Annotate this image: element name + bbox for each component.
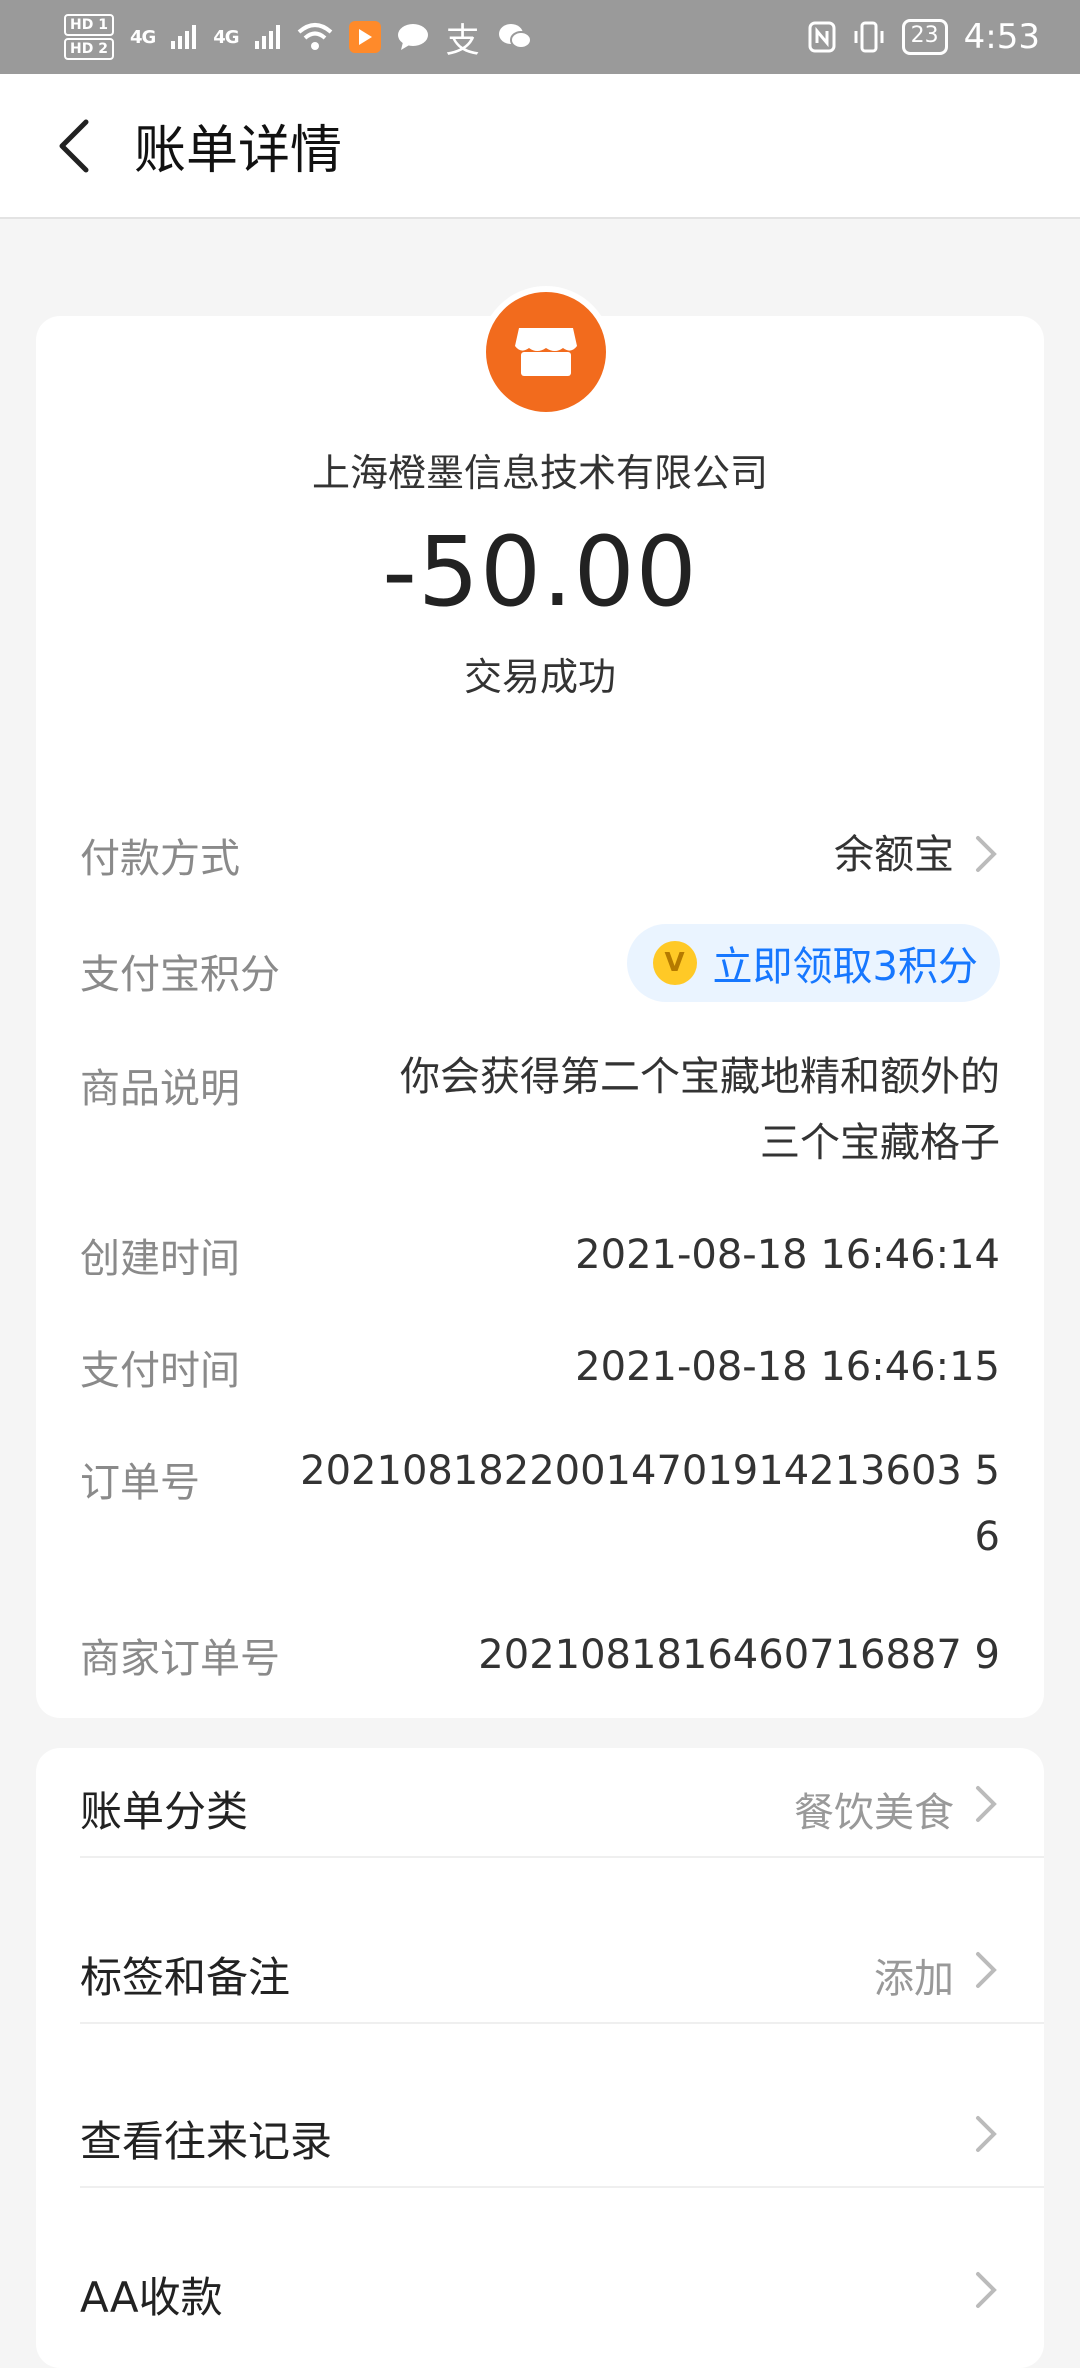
product-description-line2: 三个宝藏格子 xyxy=(760,1120,1000,1166)
bill-category-value: 餐饮美食 xyxy=(794,1790,954,1836)
signal-bars-2-icon xyxy=(254,25,280,49)
product-description-line1: 你会获得第二个宝藏地精和额外的 xyxy=(400,1054,1000,1100)
points-coin-icon: V xyxy=(652,941,697,985)
claim-points-text: 立即领取3积分 xyxy=(712,944,978,990)
product-description-value: 你会获得第二个宝藏地精和额外的 三个宝藏格子 xyxy=(400,1044,1000,1176)
wechat-icon xyxy=(498,24,532,49)
chevron-right-icon xyxy=(976,836,997,872)
signal-1-label: 4G xyxy=(129,26,156,48)
tags-notes-label: 标签和备注 xyxy=(80,1953,291,2002)
paid-time-label: 支付时间 xyxy=(80,1348,240,1394)
bill-category-row[interactable]: 账单分类 餐饮美食 xyxy=(80,1748,1044,1858)
chevron-right-icon xyxy=(976,1952,997,1988)
status-left: HD 1 HD 2 4G 4G 支 xyxy=(64,14,533,61)
top-bar: 账单详情 xyxy=(0,74,1080,219)
order-number-line2: 6 xyxy=(974,1514,1000,1560)
claim-points-button[interactable]: V 立即领取3积分 xyxy=(626,924,1000,1002)
payment-method-row[interactable]: 付款方式 余额宝 xyxy=(80,826,1000,886)
paid-time-row: 支付时间 2021-08-18 16:46:15 xyxy=(80,1338,1000,1398)
payment-method-label: 付款方式 xyxy=(80,836,240,882)
shop-icon xyxy=(515,328,577,376)
order-number-label: 订单号 xyxy=(80,1460,200,1506)
bill-actions-card: 账单分类 餐饮美食 标签和备注 添加 查看往来记录 AA收款 xyxy=(36,1748,1044,2368)
order-number-line1: 20210818220014701914213603 5 xyxy=(300,1448,1000,1494)
merchant-logo xyxy=(480,286,612,418)
wifi-icon xyxy=(297,23,332,50)
created-time-row: 创建时间 2021-08-18 16:46:14 xyxy=(80,1226,1000,1286)
alipay-points-label: 支付宝积分 xyxy=(80,952,280,998)
tags-notes-row[interactable]: 标签和备注 添加 xyxy=(80,1914,1044,2024)
vibrate-icon xyxy=(854,21,884,53)
merchant-order-label: 商家订单号 xyxy=(80,1636,280,1682)
hd-indicator: HD 1 HD 2 xyxy=(64,14,114,60)
transaction-amount: -50.00 xyxy=(382,516,698,628)
alipay-points-row: 支付宝积分 V 立即领取3积分 xyxy=(80,924,1000,1002)
product-description-label: 商品说明 xyxy=(80,1066,240,1112)
chevron-right-icon xyxy=(976,1786,997,1822)
page-title: 账单详情 xyxy=(134,121,343,181)
clock: 4:53 xyxy=(963,17,1040,57)
created-time-label: 创建时间 xyxy=(80,1236,240,1282)
paid-time-value: 2021-08-18 16:46:15 xyxy=(575,1344,1000,1390)
bill-detail-card: 上海橙墨信息技术有限公司 -50.00 交易成功 付款方式 余额宝 支付宝积分 … xyxy=(36,286,1044,1718)
tags-notes-value: 添加 xyxy=(874,1956,954,2002)
transaction-history-label: 查看往来记录 xyxy=(80,2117,333,2166)
video-app-icon xyxy=(348,21,381,53)
hd2-label: HD 2 xyxy=(64,38,114,60)
transaction-status: 交易成功 xyxy=(463,655,616,699)
merchant-order-row: 商家订单号 2021081816460716887 9 xyxy=(80,1626,1000,1686)
chevron-right-icon xyxy=(976,2116,997,2152)
aa-collect-row[interactable]: AA收款 xyxy=(80,2234,1044,2344)
bill-category-label: 账单分类 xyxy=(80,1787,249,1836)
order-number-row: 订单号 20210818220014701914213603 5 6 xyxy=(80,1448,1000,1582)
order-number-value: 20210818220014701914213603 5 6 xyxy=(300,1438,1000,1570)
merchant-name: 上海橙墨信息技术有限公司 xyxy=(311,451,768,495)
chevron-right-icon xyxy=(976,2272,997,2308)
hd1-label: HD 1 xyxy=(64,14,114,36)
back-arrow-icon[interactable] xyxy=(44,116,104,176)
product-description-row: 商品说明 你会获得第二个宝藏地精和额外的 三个宝藏格子 xyxy=(80,1054,1000,1188)
nfc-icon xyxy=(808,21,836,53)
payment-method-value: 余额宝 xyxy=(834,832,954,878)
created-time-value: 2021-08-18 16:46:14 xyxy=(575,1232,1000,1278)
alipay-icon: 支 xyxy=(445,20,480,61)
battery-level: 23 xyxy=(901,19,948,55)
aa-collect-label: AA收款 xyxy=(80,2273,223,2322)
status-bar: HD 1 HD 2 4G 4G 支 23 4:53 xyxy=(0,0,1080,74)
status-right: 23 4:53 xyxy=(808,17,1040,57)
signal-2-label: 4G xyxy=(213,26,239,48)
merchant-order-value: 2021081816460716887 9 xyxy=(478,1632,1000,1678)
signal-bars-1-icon xyxy=(171,25,197,49)
chat-bubble-icon xyxy=(397,24,428,50)
transaction-history-row[interactable]: 查看往来记录 xyxy=(80,2078,1044,2188)
